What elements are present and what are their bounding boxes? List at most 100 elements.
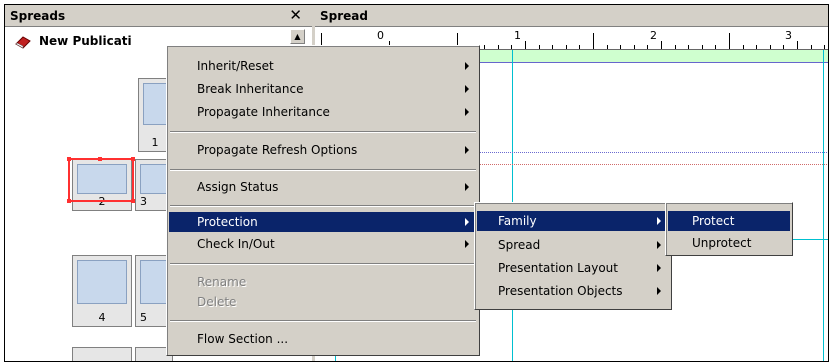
- ruler-tick: [701, 45, 703, 49]
- selection-handle[interactable]: [98, 157, 102, 161]
- ruler-tick: [661, 41, 662, 49]
- menu-item-label: Assign Status: [197, 180, 279, 194]
- menu-item-label: Flow Section ...: [197, 332, 289, 346]
- ruler-tick: [824, 45, 826, 49]
- page-number: 4: [98, 311, 106, 324]
- menu-item-propagate-inheritance[interactable]: Propagate Inheritance: [169, 102, 477, 122]
- submenu-item-unprotect[interactable]: Unprotect: [668, 233, 790, 253]
- menu-item-label: Break Inheritance: [197, 82, 304, 96]
- guide-line: [823, 50, 824, 361]
- ruler-tick: [552, 45, 554, 49]
- menu-item-label: Inherit/Reset: [197, 59, 274, 73]
- page-preview: [140, 260, 168, 304]
- ruler-label: 2: [650, 29, 657, 42]
- ruler-tick: [769, 45, 771, 49]
- ruler-tick: [579, 45, 581, 49]
- menu-item-label: Rename: [197, 275, 247, 289]
- menu-item-label: Presentation Objects: [498, 284, 623, 298]
- menu-item-label: Presentation Layout: [498, 261, 618, 275]
- menu-item-break-inheritance[interactable]: Break Inheritance: [169, 79, 477, 99]
- menu-item-label: Family: [498, 214, 537, 228]
- ruler-tick: [565, 45, 567, 49]
- menu-item-flow-section[interactable]: Flow Section ...: [169, 329, 477, 349]
- spread-panel-header: Spread: [315, 5, 828, 27]
- submenu-item-spread[interactable]: Spread: [477, 235, 669, 255]
- submenu-arrow-icon: [465, 146, 469, 154]
- family-submenu: Protect Unprotect: [665, 202, 793, 256]
- page-thumbnail[interactable]: 4: [72, 255, 132, 327]
- submenu-arrow-icon: [657, 287, 661, 295]
- selection-handle[interactable]: [67, 199, 71, 203]
- ruler-tick: [756, 45, 758, 49]
- ruler-tick: [797, 41, 798, 49]
- submenu-arrow-icon: [657, 241, 661, 249]
- scroll-up-button[interactable]: ▲: [290, 29, 305, 44]
- menu-item-inherit-reset[interactable]: Inherit/Reset: [169, 56, 477, 76]
- submenu-item-presentation-objects[interactable]: Presentation Objects: [477, 281, 669, 301]
- submenu-arrow-icon: [465, 108, 469, 116]
- spreads-panel-header: Spreads ✕: [5, 5, 312, 27]
- submenu-item-presentation-layout[interactable]: Presentation Layout: [477, 258, 669, 278]
- ruler-tick: [633, 45, 635, 49]
- page-preview: [140, 164, 168, 194]
- spreads-panel-title: Spreads: [10, 9, 66, 23]
- selection-handle[interactable]: [131, 199, 135, 203]
- menu-item-label: Delete: [197, 295, 237, 309]
- ruler-tick: [525, 41, 526, 49]
- ruler-tick: [538, 45, 540, 49]
- menu-item-check-in-out[interactable]: Check In/Out: [169, 234, 477, 254]
- menu-item-protection[interactable]: Protection: [169, 212, 477, 232]
- selection-handle[interactable]: [131, 157, 135, 161]
- submenu-arrow-icon: [465, 62, 469, 70]
- spread-panel-title: Spread: [320, 9, 368, 23]
- menu-separator: [170, 205, 476, 207]
- menu-item-propagate-refresh-options[interactable]: Propagate Refresh Options: [169, 140, 477, 160]
- submenu-arrow-icon: [657, 217, 661, 225]
- menu-item-label: Propagate Refresh Options: [197, 143, 358, 157]
- menu-item-label: Propagate Inheritance: [197, 105, 330, 119]
- context-menu: Inherit/Reset Break Inheritance Propagat…: [166, 45, 480, 356]
- ruler-tick: [674, 45, 676, 49]
- menu-item-label: Unprotect: [692, 236, 752, 250]
- ruler-label: 3: [785, 29, 792, 42]
- publication-name: New Publicati: [39, 34, 132, 48]
- menu-item-label: Spread: [498, 238, 541, 252]
- menu-separator: [170, 320, 476, 322]
- ruler-tick: [729, 33, 730, 49]
- ruler-tick: [606, 45, 608, 49]
- menu-separator: [170, 131, 476, 133]
- menu-item-rename[interactable]: Rename: [169, 272, 477, 292]
- submenu-item-protect[interactable]: Protect: [668, 211, 790, 231]
- ruler-label: 0: [377, 29, 384, 42]
- page-thumbnail[interactable]: [72, 347, 132, 361]
- protection-submenu: Family Spread Presentation Layout Presen…: [474, 202, 672, 310]
- submenu-arrow-icon: [465, 240, 469, 248]
- submenu-arrow-icon: [465, 183, 469, 191]
- menu-item-assign-status[interactable]: Assign Status: [169, 177, 477, 197]
- ruler-tick: [497, 45, 499, 49]
- ruler-tick: [783, 45, 785, 49]
- menu-item-label: Protection: [197, 215, 258, 229]
- menu-item-label: Protect: [692, 214, 735, 228]
- ruler-tick: [742, 45, 744, 49]
- ruler-tick: [620, 45, 622, 49]
- menu-separator: [170, 169, 476, 171]
- submenu-arrow-icon: [465, 218, 469, 226]
- page-preview: [143, 83, 167, 125]
- menu-item-label: Check In/Out: [197, 237, 275, 251]
- ruler-tick: [647, 45, 649, 49]
- ruler-label: 1: [514, 29, 521, 42]
- ruler-tick: [688, 45, 690, 49]
- ruler-tick: [511, 45, 513, 49]
- submenu-item-family[interactable]: Family: [477, 211, 669, 231]
- close-icon[interactable]: ✕: [289, 7, 302, 23]
- book-icon: [15, 36, 31, 49]
- selection-handle[interactable]: [67, 157, 71, 161]
- ruler-tick: [593, 33, 594, 49]
- submenu-arrow-icon: [657, 264, 661, 272]
- selection-rectangle: [67, 157, 135, 203]
- page-preview: [77, 260, 127, 304]
- menu-item-delete[interactable]: Delete: [169, 292, 477, 312]
- ruler-tick: [715, 45, 717, 49]
- menu-separator: [170, 263, 476, 265]
